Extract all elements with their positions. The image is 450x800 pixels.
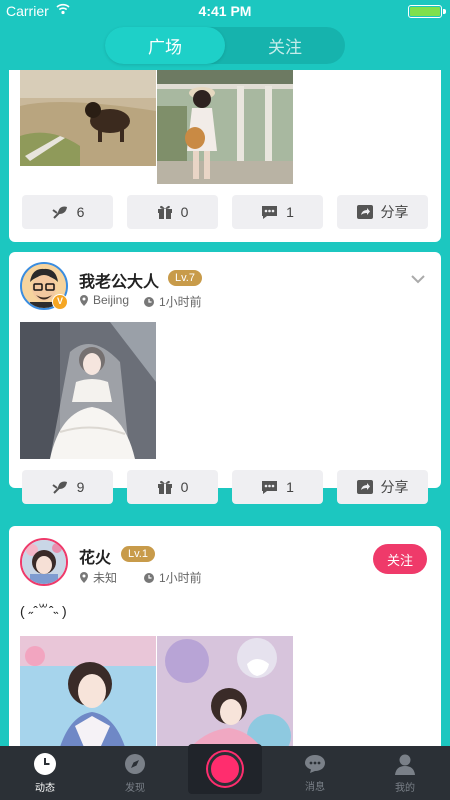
battery-icon [408,5,446,18]
tab-label: 我的 [395,782,415,794]
share-icon [356,480,373,494]
post-text: ( ˶ˆ꒳ˆ˵ ) [20,603,67,619]
location-pin-icon [80,572,88,583]
gift-count: 0 [180,204,189,220]
share-button[interactable]: 分享 [337,470,428,504]
post-card: 花火 Lv.1 未知 1小时前 关注 ( ˶ˆ꒳ˆ˵ ) [9,526,441,746]
gift-icon [157,480,172,494]
comment-icon [262,205,278,219]
location-text: 未知 [93,571,118,585]
tab-messages[interactable]: 消息 [270,746,360,800]
post-actions: 6 0 1 分享 [22,195,428,229]
gift-icon [157,205,172,219]
person-icon [395,754,415,775]
like-button[interactable]: 6 [22,195,113,229]
clock-icon [34,752,56,775]
tab-label: 动态 [35,782,55,794]
comment-button[interactable]: 1 [232,195,323,229]
post-photo-lanterns[interactable] [157,636,293,746]
post-card: 6 0 1 分享 [9,70,441,242]
comment-button[interactable]: 1 [232,470,323,504]
record-dot-icon [208,752,242,786]
tab-plaza[interactable]: 广场 [105,27,225,64]
level-badge: Lv.7 [168,270,202,286]
post-location: Beijing [80,293,129,307]
location-pin-icon [80,294,88,306]
clock-time: 4:41 PM [198,3,252,19]
tab-record[interactable] [180,744,270,800]
flower-icon [51,206,67,219]
comment-count: 1 [286,479,294,495]
time-text: 1小时前 [159,295,202,309]
tab-label: 发现 [125,782,145,794]
tab-discover[interactable]: 发现 [90,746,180,800]
gift-count: 0 [180,479,189,495]
post-actions: 9 0 1 分享 [22,470,428,504]
username[interactable]: 花火 [79,544,111,568]
comment-count: 1 [286,204,294,220]
avatar[interactable] [20,538,68,586]
like-count: 9 [76,479,85,495]
post-photo-girl-garden[interactable] [157,70,293,184]
flower-icon [51,481,67,494]
like-button[interactable]: 9 [22,470,113,504]
level-badge: Lv.1 [121,546,155,562]
tab-feed[interactable]: 动态 [0,746,90,800]
gift-button[interactable]: 0 [127,195,218,229]
like-count: 6 [76,204,85,220]
post-card: V 我老公大人 Lv.7 Beijing 1小时前 9 0 1 分享 [9,252,441,504]
gift-button[interactable]: 0 [127,470,218,504]
tab-label: 消息 [305,781,325,793]
post-location: 未知 [80,569,117,586]
share-label: 分享 [380,204,409,220]
feed-list[interactable]: 6 0 1 分享 V 我老公大人 Lv.7 Beijing 1小时前 9 0 1… [9,70,441,746]
share-label: 分享 [380,479,409,495]
bottom-tab-bar: 动态 发现 消息 我的 [0,744,450,800]
clock-icon [144,572,154,583]
compass-icon [125,753,145,774]
tab-profile[interactable]: 我的 [360,746,450,800]
chat-icon [305,754,325,773]
tab-following[interactable]: 关注 [225,27,345,64]
post-time: 1小时前 [144,569,202,586]
chevron-down-icon[interactable] [411,272,425,286]
feed-segmented-control: 广场 关注 [105,27,345,64]
share-icon [356,205,373,219]
post-time: 1小时前 [144,293,202,310]
post-photo-girl-kimono[interactable] [20,636,156,746]
share-button[interactable]: 分享 [337,195,428,229]
follow-button[interactable]: 关注 [373,544,427,574]
status-bar: Carrier 4:41 PM [0,0,450,22]
verified-badge-icon: V [52,294,68,310]
location-text: Beijing [93,293,130,307]
clock-icon [144,296,154,307]
username[interactable]: 我老公大人 [79,268,159,292]
time-text: 1小时前 [159,571,202,585]
post-photo-bride[interactable] [20,322,156,459]
post-photo-dog[interactable] [20,70,156,166]
comment-icon [262,480,278,494]
record-button[interactable] [188,744,262,794]
